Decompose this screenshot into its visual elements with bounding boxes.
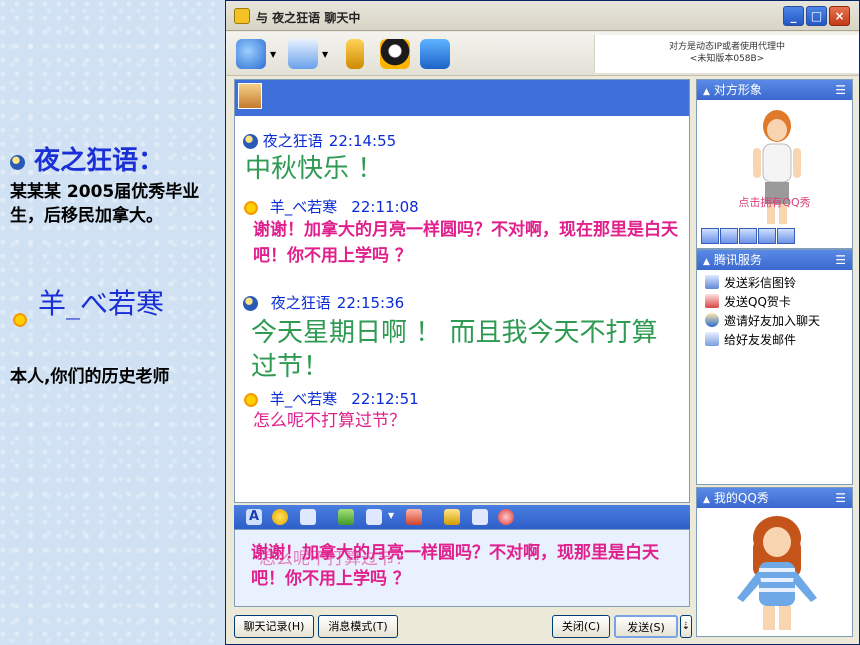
file-transfer-icon[interactable]	[288, 39, 318, 69]
chat-history[interactable]: 夜之狂语 22:14:55 中秋快乐 ！ 羊_べ若寒 22:11:08 谢谢！加拿大…	[234, 79, 690, 503]
message-text: 中秋快乐 ！	[245, 154, 384, 184]
globe-icon	[243, 134, 258, 149]
home-icon[interactable]	[406, 509, 422, 525]
show-tools	[701, 228, 796, 248]
sun-icon	[12, 312, 28, 328]
panel-menu-icon[interactable]: ☰	[835, 80, 846, 100]
globe-icon	[10, 154, 25, 170]
minimize-button[interactable]: _	[783, 6, 804, 26]
avatar[interactable]	[238, 83, 262, 109]
dropdown-arrow-icon[interactable]: ▼	[388, 511, 394, 520]
tool-icon[interactable]	[758, 228, 776, 244]
tool-icon[interactable]	[720, 228, 738, 244]
my-show-panel: ▲ 我的QQ秀 ☰	[696, 487, 853, 637]
send-options-button[interactable]: ⇣	[680, 615, 692, 638]
emoji-icon[interactable]	[272, 509, 288, 525]
qq-app-icon	[234, 8, 250, 24]
qq-penguin-icon[interactable]	[380, 39, 410, 69]
globe-icon	[243, 296, 258, 311]
my-avatar-figure	[737, 516, 817, 630]
tool-icon[interactable]	[739, 228, 757, 244]
send-button[interactable]: 发送(S)	[614, 615, 678, 638]
peer-avatar-figure	[753, 110, 801, 224]
message-input[interactable]: 怎么呢不打算过节？ 谢谢！加拿大的月亮一样圆吗？不对啊，现那里是白天吧！你不用上…	[234, 529, 690, 607]
slide-desc-1: 某某某 2005届优秀毕业生，后移民加拿大。	[10, 182, 200, 226]
chat-header-bar	[235, 80, 689, 116]
chat-window: 与 夜之狂语 聊天中 _ □ × ▼ ▼ 对方是动态IP或者使用代理中 <未知版…	[225, 0, 860, 645]
get-qq-show-link[interactable]: 点击拥有QQ秀	[697, 194, 852, 210]
close-window-button[interactable]: ×	[829, 6, 850, 26]
collapse-arrow-icon[interactable]: ▲	[703, 257, 710, 267]
service-item-mms[interactable]: 发送彩信图铃	[705, 274, 796, 291]
service-item-invite[interactable]: 邀请好友加入聊天	[705, 312, 820, 329]
slide-name-1: 夜之狂语：	[10, 140, 164, 177]
panel-menu-icon[interactable]: ☰	[835, 488, 846, 508]
magic-expression-icon[interactable]	[300, 509, 316, 525]
send-image-icon[interactable]	[338, 509, 354, 525]
search-icon[interactable]	[498, 509, 514, 525]
my-show-header[interactable]: ▲ 我的QQ秀 ☰	[697, 488, 852, 508]
voice-video-icon[interactable]	[236, 39, 266, 69]
slide-left-panel: 夜之狂语： 某某某 2005届优秀毕业生，后移民加拿大。 羊_べ若寒 本人,你们…	[0, 0, 225, 645]
window-title: 与 夜之狂语 聊天中	[256, 11, 361, 25]
maximize-button[interactable]: □	[806, 6, 827, 26]
invite-friends-icon	[705, 313, 719, 327]
input-toolbar: A ▼	[234, 505, 690, 529]
dropdown-arrow-icon[interactable]: ▼	[270, 50, 276, 59]
close-button[interactable]: 关闭(C)	[552, 615, 610, 638]
qq-show-icon[interactable]	[420, 39, 450, 69]
title-bar[interactable]: 与 夜之狂语 聊天中 _ □ ×	[226, 1, 859, 31]
font-icon[interactable]: A	[246, 509, 262, 525]
slide-desc-2: 本人,你们的历史老师	[10, 367, 170, 387]
collapse-arrow-icon[interactable]: ▲	[703, 87, 710, 97]
message-header: 夜之狂语 22:15:36	[243, 292, 404, 313]
main-toolbar: ▼ ▼ 对方是动态IP或者使用代理中 <未知版本058B>	[226, 32, 859, 76]
mobile-phone-icon[interactable]	[346, 39, 364, 69]
input-text[interactable]: 谢谢！加拿大的月亮一样圆吗？不对啊，现那里是白天吧！你不用上学吗 ？	[251, 540, 683, 592]
service-item-card[interactable]: 发送QQ贺卡	[705, 293, 791, 310]
card-icon	[705, 294, 719, 308]
tool-icon[interactable]	[701, 228, 719, 244]
peer-show-panel: ▲ 对方形象 ☰ 点击拥有QQ秀	[696, 79, 853, 249]
message-header: 羊_べ若寒 22:12:51	[243, 388, 419, 409]
shake-icon[interactable]	[472, 509, 488, 525]
message-header: 羊_べ若寒 22:11:08	[243, 196, 419, 217]
music-icon[interactable]	[444, 509, 460, 525]
phone-icon	[705, 275, 719, 289]
sun-icon	[243, 391, 259, 408]
slide-name-2: 羊_べ若寒	[38, 287, 165, 320]
message-text: 今天星期日啊 ！ 而且我今天不打算过节！	[251, 318, 658, 382]
tencent-services-panel: ▲ 腾讯服务 ☰ 发送彩信图铃 发送QQ贺卡 邀请好友加入聊天 给好友发邮件	[696, 249, 853, 485]
collapse-arrow-icon[interactable]: ▲	[703, 495, 710, 505]
screenshot-icon[interactable]	[366, 509, 382, 525]
message-mode-button[interactable]: 消息模式(T)	[318, 615, 398, 638]
peer-status-note: 对方是动态IP或者使用代理中 <未知版本058B>	[594, 35, 859, 73]
service-item-mail[interactable]: 给好友发邮件	[705, 331, 796, 348]
mail-icon	[705, 332, 719, 346]
dropdown-arrow-icon[interactable]: ▼	[322, 50, 328, 59]
message-text: 谢谢！加拿大的月亮一样圆吗？不对啊，现在那里是白天吧！你不用上学吗 ？	[253, 220, 678, 266]
message-header: 夜之狂语 22:14:55	[243, 130, 396, 151]
message-text: 怎么呢不打算过节？	[253, 411, 406, 431]
chat-history-button[interactable]: 聊天记录(H)	[234, 615, 314, 638]
tool-icon[interactable]	[777, 228, 795, 244]
panel-menu-icon[interactable]: ☰	[835, 250, 846, 270]
services-header[interactable]: ▲ 腾讯服务 ☰	[697, 250, 852, 270]
peer-show-header[interactable]: ▲ 对方形象 ☰	[697, 80, 852, 100]
sun-icon	[243, 199, 259, 216]
